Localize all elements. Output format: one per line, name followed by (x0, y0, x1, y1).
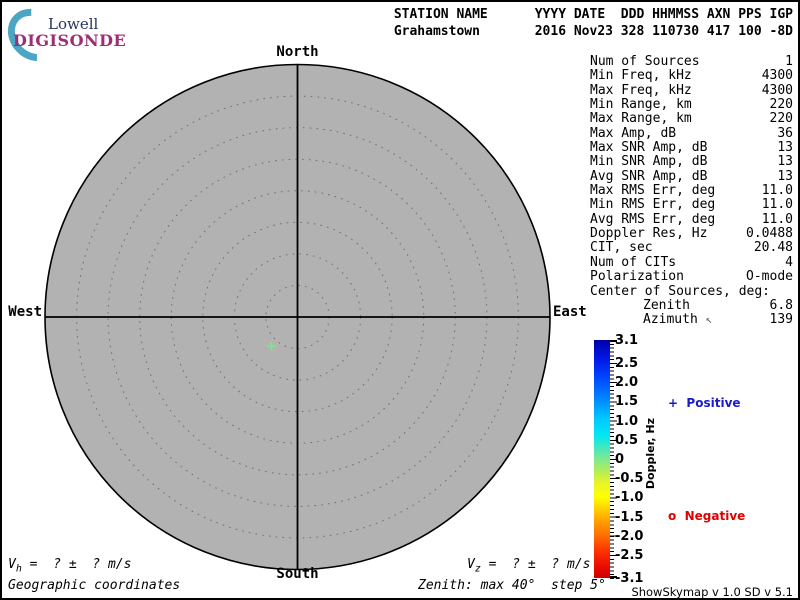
compass-label-east: East (553, 304, 587, 320)
skymap-plot (44, 63, 551, 571)
compass-label-north: North (276, 44, 319, 60)
compass-label-west: West (8, 304, 42, 320)
compass-label-south: South (276, 566, 319, 582)
